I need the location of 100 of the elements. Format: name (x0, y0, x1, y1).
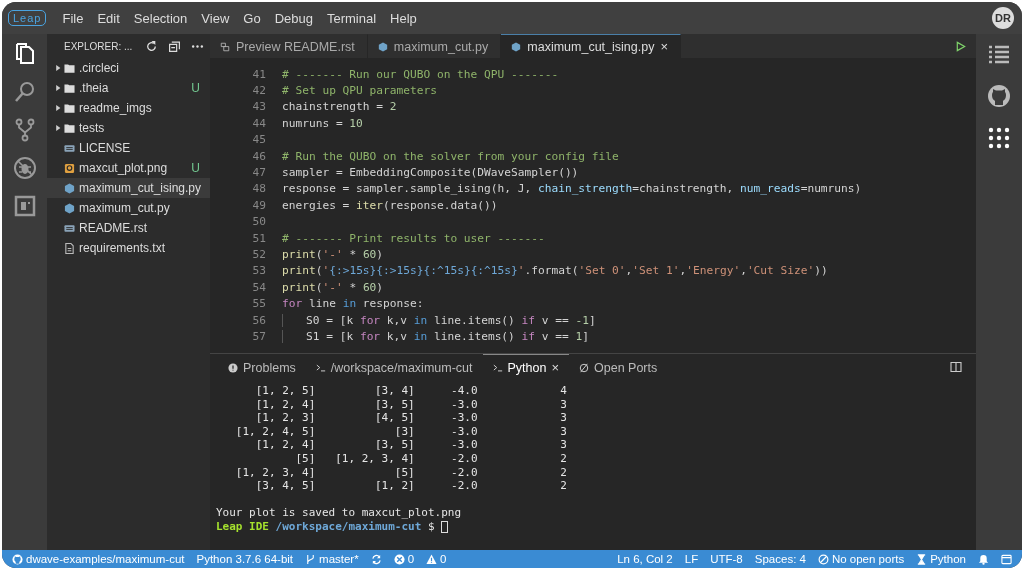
folder-icon (64, 62, 75, 74)
image-file-icon (64, 162, 75, 174)
terminal-text: [3, 5] (374, 438, 415, 452)
status-text[interactable]: No open ports (831, 553, 905, 565)
line-number: 44 (251, 116, 266, 130)
tab-label: /workspace/maximum-cut (330, 360, 473, 375)
line-number: 49 (251, 198, 266, 212)
status-text[interactable]: master* (319, 553, 359, 565)
file-name: maximum_cut.py (79, 201, 171, 215)
code-line: response = sampler.sample_ising(h, J, chain_strength=chainstrength, num_reads=numruns) (282, 182, 862, 196)
status-letter: U (191, 81, 200, 95)
ban-icon[interactable] (817, 553, 829, 565)
terminal-text: -4.0 (451, 384, 478, 398)
terminal-text: Your plot is saved to maxcut_plot.png (216, 506, 462, 520)
logo: Leap (8, 10, 47, 26)
file-name: .theia (79, 81, 110, 95)
terminal-text: 2 (560, 479, 567, 493)
line-number: 45 (251, 133, 266, 147)
explorer-item[interactable]: README.rst (47, 218, 210, 238)
panel-tab[interactable]: Python × (482, 354, 569, 380)
explorer-item[interactable]: .theia U (47, 78, 210, 98)
status-text[interactable]: Ln 6, Col 2 (617, 553, 673, 565)
refresh-icon[interactable] (145, 39, 158, 53)
terminal-icon (315, 362, 326, 373)
github-icon[interactable] (987, 84, 1011, 108)
panel-tab[interactable]: Problems (218, 354, 306, 380)
collapse-icon[interactable] (168, 39, 181, 53)
explorer-item[interactable]: readme_imgs (47, 98, 210, 118)
file-name: tests (79, 121, 106, 135)
user-avatar[interactable]: DR (992, 7, 1014, 29)
branch-icon[interactable] (305, 553, 317, 565)
close-button[interactable]: × (551, 360, 559, 375)
menu-item[interactable]: Debug (274, 10, 313, 26)
terminal-text: [1, 2, 3] (255, 411, 316, 425)
window-icon[interactable] (1001, 553, 1012, 565)
bell-icon[interactable] (978, 553, 989, 565)
no-bug-icon[interactable] (12, 156, 37, 180)
status-text[interactable]: Python 3.7.6 64-bit (196, 553, 294, 565)
search-icon[interactable] (12, 80, 37, 104)
prompt-text: Leap IDE (216, 520, 269, 534)
status-text[interactable]: 0 (440, 553, 447, 565)
sync-icon[interactable] (370, 553, 382, 565)
close-button[interactable]: × (660, 39, 668, 54)
terminal-text: [3, 4] (374, 384, 415, 398)
terminal-text: [1, 2, 4] (255, 438, 316, 452)
menu-item[interactable]: Go (243, 10, 261, 26)
explorer-item[interactable]: tests (47, 118, 210, 138)
menu-item[interactable]: View (201, 10, 230, 26)
explorer-item[interactable]: LICENSE (47, 138, 210, 158)
explorer-item[interactable]: requirements.txt (47, 238, 210, 258)
explorer-item[interactable]: maximum_cut_ising.py (47, 178, 210, 198)
split-view-icon[interactable] (950, 361, 962, 373)
terminal-text: -2.0 (451, 451, 478, 466)
menu-item[interactable]: Help (390, 10, 417, 26)
line-number: 54 (251, 280, 266, 294)
line-number: 48 (251, 182, 266, 196)
status-text[interactable]: Python (930, 553, 966, 565)
status-text[interactable]: LF (684, 553, 699, 565)
menu-item[interactable]: Edit (97, 10, 120, 26)
file-name: requirements.txt (79, 241, 167, 255)
tab-label: Preview README.rst (236, 39, 355, 54)
error-icon[interactable] (393, 553, 405, 565)
code-line: # ------- Run our QUBO on the QPU ------- (282, 67, 559, 81)
prompt-text: /workspace/maximum-cut (275, 520, 422, 534)
python-file-icon (511, 41, 522, 52)
code-line: for line in response: (282, 297, 424, 311)
explorer-item[interactable]: .circleci (47, 58, 210, 78)
warning-icon[interactable] (426, 553, 438, 565)
status-text[interactable]: dwave-examples/maximum-cut (26, 553, 185, 565)
code-line: energies = iter(response.data()) (282, 198, 498, 212)
panel-tab[interactable]: /workspace/maximum-cut (305, 354, 483, 380)
square-frame-icon[interactable] (12, 194, 37, 218)
folder-icon (64, 122, 75, 134)
editor-tab[interactable]: maximum_cut_ising.py × (501, 34, 681, 58)
github-icon[interactable] (12, 553, 23, 565)
tab-label: maximum_cut_ising.py (527, 39, 655, 54)
code-line: # Run the QUBO on the solver from your config file (282, 149, 619, 163)
terminal-text: -3.0 (451, 411, 478, 425)
code-line: numruns = 10 (282, 116, 363, 130)
tab-label: Problems (243, 360, 296, 375)
panel-tab[interactable]: Open Ports (569, 354, 668, 380)
grid-dots-icon[interactable] (987, 126, 1011, 150)
menu-item[interactable]: File (62, 10, 84, 26)
ports-icon (579, 362, 589, 373)
document-icon (64, 142, 75, 154)
terminal-text: [1, 2] (374, 479, 415, 493)
folder-icon (64, 82, 75, 94)
line-number: 46 (251, 149, 266, 163)
play-icon[interactable] (955, 40, 966, 52)
explorer-item[interactable]: maximum_cut.py (47, 198, 210, 218)
status-text[interactable]: Spaces: 4 (754, 553, 806, 565)
hourglass-icon[interactable] (916, 553, 928, 565)
line-number: 42 (251, 84, 266, 98)
file-name: README.rst (79, 221, 148, 235)
status-text[interactable]: UTF-8 (710, 553, 743, 565)
status-text[interactable]: 0 (407, 553, 415, 565)
menu-item[interactable]: Selection (133, 10, 188, 26)
line-number: 47 (251, 166, 266, 180)
menu-item[interactable]: Terminal (326, 10, 377, 26)
explorer-item[interactable]: maxcut_plot.png U (47, 158, 210, 178)
